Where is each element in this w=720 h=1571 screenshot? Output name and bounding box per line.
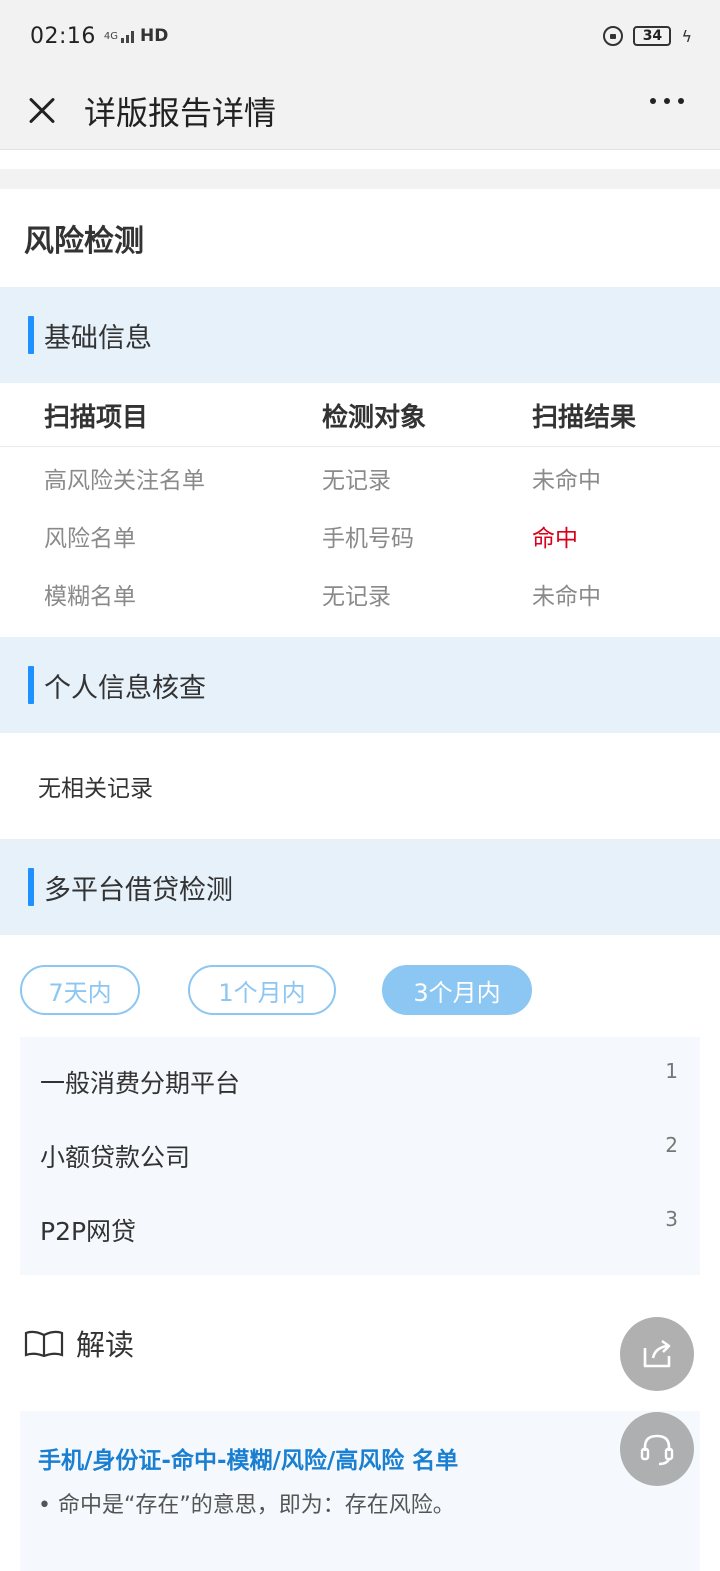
scan-item: 风险名单 [44, 526, 136, 552]
column-header-result: 扫描结果 [532, 403, 637, 433]
table-row: 模糊名单 无记录 未命中 [0, 563, 720, 621]
scan-target: 无记录 [322, 468, 391, 494]
customer-service-button[interactable] [620, 1412, 694, 1486]
share-icon [643, 1339, 671, 1368]
scan-target: 手机号码 [322, 526, 414, 552]
charging-icon: ϟ [681, 26, 692, 46]
platform-name: 小额贷款公司 [40, 1143, 191, 1172]
hd-indicator: HD [140, 26, 169, 46]
status-time: 02:16 [30, 23, 96, 49]
platform-list: 一般消费分期平台 1 小额贷款公司 2 P2P网贷 3 [20, 1037, 700, 1275]
signal-icon [121, 31, 135, 43]
book-icon [24, 1330, 64, 1357]
section-title: 风险检测 [0, 189, 720, 287]
more-options-button[interactable] [650, 98, 684, 104]
column-header-target: 检测对象 [322, 403, 427, 433]
column-header-item: 扫描项目 [44, 403, 149, 433]
list-item: 小额贷款公司 2 [20, 1119, 700, 1193]
close-button[interactable] [22, 91, 62, 131]
more-dot-icon [678, 98, 684, 104]
interpretation-title: 解读 [76, 1328, 135, 1362]
more-dot-icon [650, 98, 656, 104]
platform-name: 一般消费分期平台 [40, 1069, 241, 1098]
platform-name: P2P网贷 [40, 1217, 137, 1246]
network-indicator: 4G [103, 30, 119, 42]
scan-result: 未命中 [532, 468, 601, 494]
scan-table: 扫描项目 检测对象 扫描结果 高风险关注名单 无记录 未命中 风险名单 手机号码… [0, 383, 720, 637]
tab-7-days[interactable]: 7天内 [20, 965, 140, 1015]
rotation-lock-icon [603, 26, 624, 46]
multi-platform-header: 多平台借贷检测 [0, 839, 720, 935]
accent-bar [28, 666, 34, 704]
interpretation-headline: 手机/身份证-命中-模糊/风险/高风险 名单 [38, 1448, 459, 1474]
scan-result: 未命中 [532, 584, 601, 610]
platform-count: 1 [665, 1059, 678, 1083]
interpretation-line: • 命中是“存在”的意思，即为：存在风险。 [38, 1493, 455, 1518]
no-record-text: 无相关记录 [38, 776, 153, 802]
status-bar: 02:16 4G HD 34 ϟ [0, 0, 720, 72]
multi-platform-title: 多平台借贷检测 [44, 874, 233, 906]
nav-bar: 详版报告详情 [0, 72, 720, 150]
share-button[interactable] [620, 1317, 694, 1391]
platform-count: 3 [665, 1207, 678, 1231]
basic-info-title: 基础信息 [44, 322, 152, 354]
table-row: 高风险关注名单 无记录 未命中 [0, 447, 720, 505]
interpretation-header: 解读 [0, 1275, 720, 1411]
scan-item: 模糊名单 [44, 584, 136, 610]
interpretation-box: 手机/身份证-命中-模糊/风险/高风险 名单 • 命中是“存在”的意思，即为：存… [20, 1411, 700, 1571]
platform-count: 2 [665, 1133, 678, 1157]
scan-result-hit: 命中 [532, 526, 578, 552]
battery-indicator: 34 [633, 26, 672, 46]
list-item: 一般消费分期平台 1 [20, 1045, 700, 1119]
page-title: 详版报告详情 [84, 93, 277, 132]
accent-bar [28, 868, 34, 906]
more-dot-icon [664, 98, 670, 104]
scan-target: 无记录 [322, 584, 391, 610]
tab-1-month[interactable]: 1个月内 [188, 965, 336, 1015]
list-item: P2P网贷 3 [20, 1193, 700, 1267]
table-header: 扫描项目 检测对象 扫描结果 [0, 383, 720, 447]
personal-check-header: 个人信息核查 [0, 637, 720, 733]
accent-bar [28, 316, 34, 354]
headset-icon [640, 1434, 674, 1466]
period-tabs: 7天内 1个月内 3个月内 [0, 935, 720, 1037]
scan-item: 高风险关注名单 [44, 468, 205, 494]
personal-check-title: 个人信息核查 [44, 672, 206, 704]
main-content: 风险检测 基础信息 扫描项目 检测对象 扫描结果 高风险关注名单 无记录 未命中… [0, 151, 720, 1571]
basic-info-header: 基础信息 [0, 287, 720, 383]
tab-3-months[interactable]: 3个月内 [382, 965, 532, 1015]
table-row: 风险名单 手机号码 命中 [0, 505, 720, 563]
